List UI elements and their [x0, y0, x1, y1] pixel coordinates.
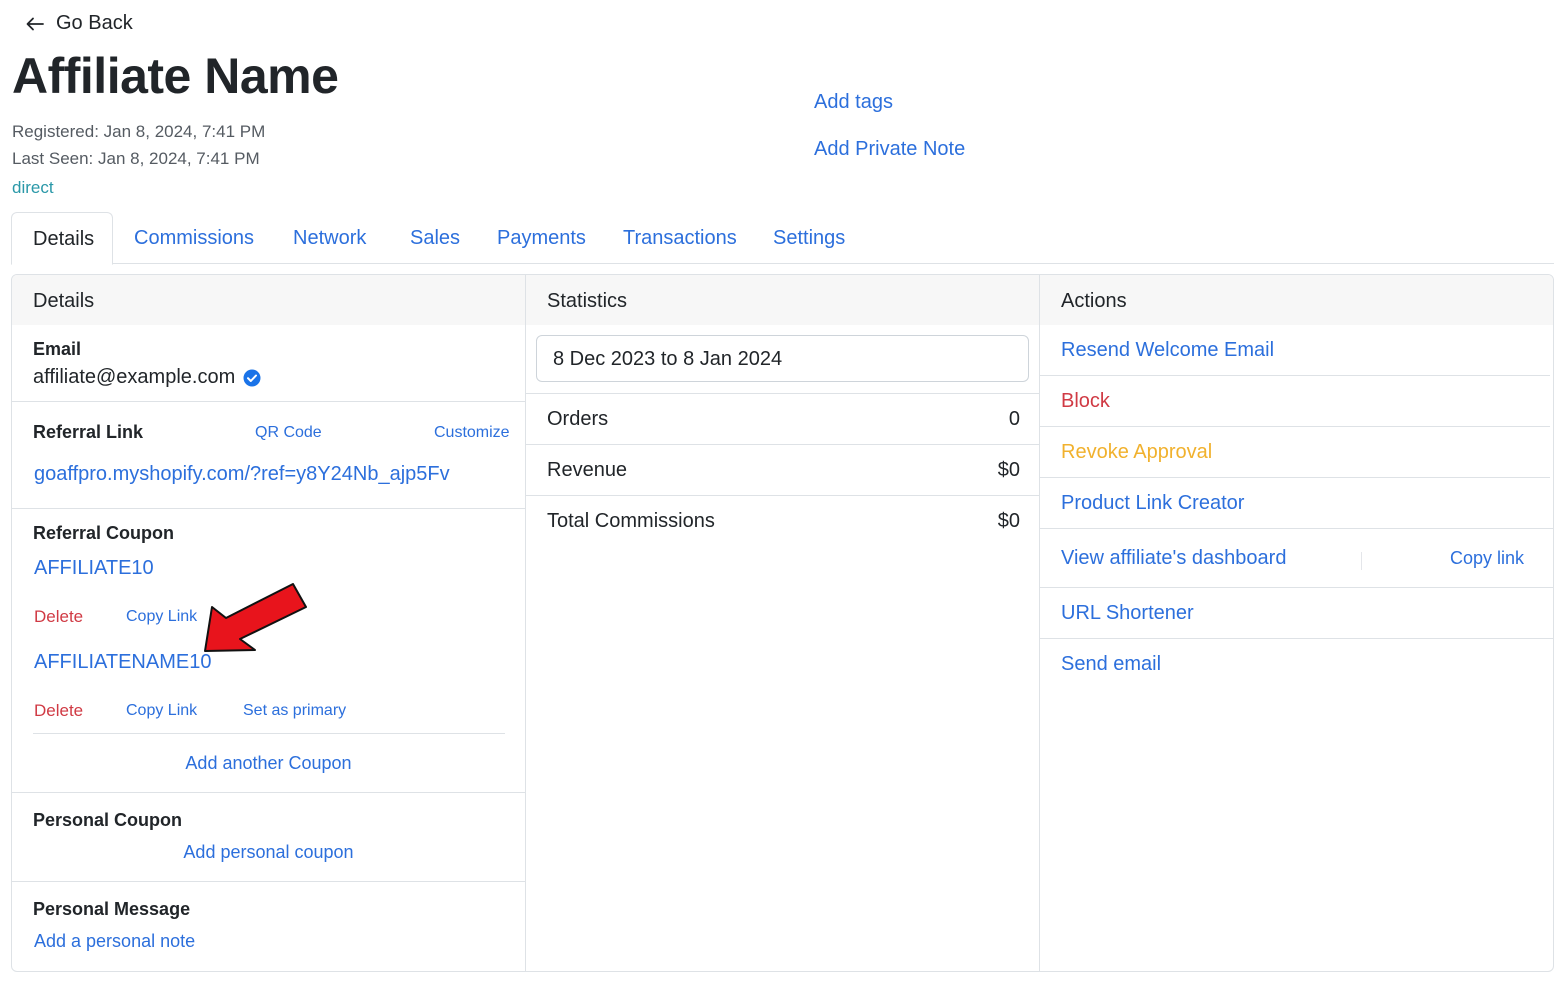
- delete-coupon-button[interactable]: Delete: [34, 701, 83, 721]
- copy-coupon-link-button[interactable]: Copy Link: [126, 702, 197, 720]
- email-value: affiliate@example.com: [33, 366, 236, 388]
- divider: [1040, 638, 1553, 639]
- go-back-link[interactable]: Go Back: [26, 12, 133, 35]
- divider: [1040, 477, 1550, 478]
- verified-check-icon: [243, 369, 261, 386]
- qr-code-link[interactable]: QR Code: [255, 424, 322, 442]
- personal-message-label: Personal Message: [33, 899, 191, 919]
- annotation-arrow-icon: [204, 583, 307, 652]
- stat-row-total-commissions: Total Commissions $0: [526, 495, 1039, 546]
- stat-value: $0: [997, 510, 1020, 532]
- stat-value: $0: [997, 459, 1020, 481]
- add-another-coupon-link[interactable]: Add another Coupon: [12, 753, 525, 774]
- personal-coupon-label: Personal Coupon: [33, 810, 183, 830]
- stat-name: Total Commissions: [547, 510, 715, 532]
- page-title: Affiliate Name: [12, 48, 339, 104]
- arrow-left-icon: [26, 17, 44, 30]
- stat-row-orders: Orders 0: [526, 393, 1039, 444]
- copy-dashboard-link-button[interactable]: Copy link: [1450, 548, 1524, 569]
- copy-coupon-link-button[interactable]: Copy Link: [126, 608, 197, 626]
- go-back-label: Go Back: [56, 12, 133, 34]
- block-button[interactable]: Block: [1040, 390, 1553, 413]
- divider: [1040, 528, 1553, 529]
- resend-welcome-email-button[interactable]: Resend Welcome Email: [1040, 339, 1553, 362]
- customize-link[interactable]: Customize: [434, 424, 510, 442]
- delete-coupon-button[interactable]: Delete: [34, 607, 83, 627]
- statistics-panel: Statistics 8 Dec 2023 to 8 Jan 2024 Orde…: [526, 275, 1040, 971]
- divider: [12, 508, 525, 509]
- divider: [12, 792, 525, 793]
- url-shortener-button[interactable]: URL Shortener: [1040, 602, 1553, 625]
- tab-sales[interactable]: Sales: [410, 212, 460, 264]
- tab-details[interactable]: Details: [11, 212, 113, 265]
- stat-name: Orders: [547, 408, 609, 430]
- tab-transactions[interactable]: Transactions: [623, 212, 737, 264]
- tab-network[interactable]: Network: [293, 212, 366, 264]
- actions-panel: Actions Resend Welcome Email Block Revok…: [1040, 275, 1553, 971]
- actions-header: Actions: [1040, 275, 1553, 325]
- tab-bar: Details Commissions Network Sales Paymen…: [11, 212, 1554, 265]
- product-link-creator-button[interactable]: Product Link Creator: [1040, 492, 1553, 515]
- divider: [33, 733, 505, 734]
- add-personal-note-link[interactable]: Add a personal note: [34, 931, 195, 952]
- tab-payments[interactable]: Payments: [497, 212, 586, 264]
- divider: [12, 881, 525, 882]
- coupon-code[interactable]: AFFILIATE10: [34, 557, 154, 580]
- tab-commissions[interactable]: Commissions: [134, 212, 254, 264]
- referral-link[interactable]: goaffpro.myshopify.com/?ref=y8Y24Nb_ajp5…: [34, 463, 450, 486]
- add-tags-link[interactable]: Add tags: [814, 91, 893, 114]
- divider: [1040, 426, 1550, 427]
- stat-name: Revenue: [547, 459, 628, 481]
- referral-coupon-label: Referral Coupon: [33, 523, 175, 543]
- stat-row-revenue: Revenue $0: [526, 444, 1039, 495]
- details-header: Details: [12, 275, 525, 325]
- add-private-note-link[interactable]: Add Private Note: [814, 138, 965, 161]
- vertical-divider: [1361, 552, 1362, 570]
- send-email-button[interactable]: Send email: [1040, 653, 1553, 676]
- source-label: direct: [12, 178, 54, 197]
- last-seen-date: Last Seen: Jan 8, 2024, 7:41 PM: [12, 149, 260, 168]
- tab-settings[interactable]: Settings: [773, 212, 845, 264]
- date-range-picker[interactable]: 8 Dec 2023 to 8 Jan 2024: [536, 335, 1029, 382]
- revoke-approval-button[interactable]: Revoke Approval: [1040, 441, 1553, 464]
- email-label: Email: [33, 339, 82, 359]
- divider: [1040, 587, 1553, 588]
- add-personal-coupon-link[interactable]: Add personal coupon: [12, 842, 525, 863]
- referral-link-label: Referral Link: [33, 422, 144, 442]
- coupon-code[interactable]: AFFILIATENAME10: [34, 651, 211, 674]
- registered-date: Registered: Jan 8, 2024, 7:41 PM: [12, 122, 266, 141]
- statistics-header: Statistics: [526, 275, 1039, 325]
- divider: [1040, 375, 1550, 376]
- divider: [12, 401, 525, 402]
- set-primary-button[interactable]: Set as primary: [243, 702, 346, 720]
- stat-value: 0: [1008, 408, 1020, 430]
